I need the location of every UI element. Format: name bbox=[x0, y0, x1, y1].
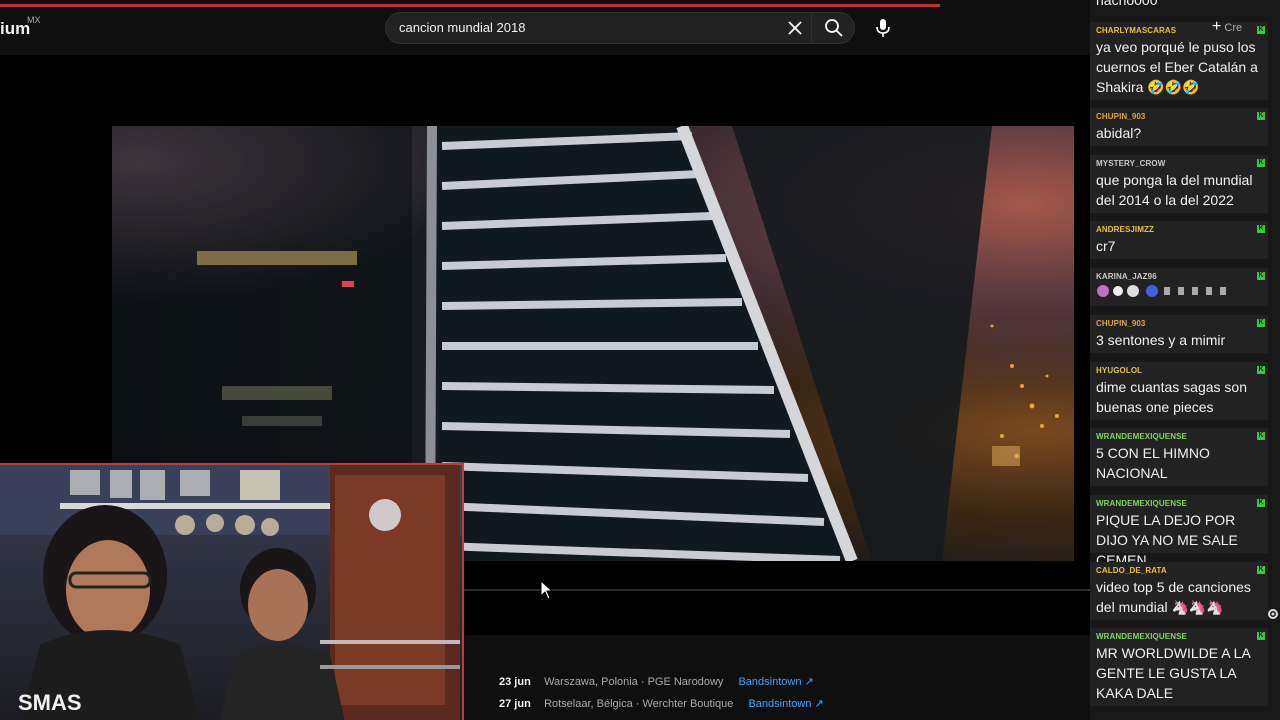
chat-username[interactable]: CHUPIN_903 bbox=[1096, 315, 1262, 330]
chat-message[interactable]: KARINA_JAZ96 K bbox=[1090, 268, 1268, 306]
svg-text:SMAS: SMAS bbox=[18, 690, 82, 715]
create-label: Cre bbox=[1224, 22, 1243, 34]
chat-username[interactable]: WRANDEMEXIQUENSE bbox=[1096, 495, 1262, 510]
chat-username[interactable]: KARINA_JAZ96 bbox=[1096, 268, 1262, 283]
gear-icon[interactable] bbox=[1266, 607, 1280, 621]
chat-badge: K bbox=[1257, 159, 1265, 167]
tour-date: 27 jun bbox=[499, 698, 531, 710]
logo-region: MX bbox=[27, 15, 41, 25]
chat-text: ya veo porqué le puso los cuernos el Ebe… bbox=[1096, 39, 1258, 95]
live-chat: nacho000 CHARLYMASCARAS ya veo porqué le… bbox=[1090, 0, 1280, 720]
chat-badge: K bbox=[1257, 112, 1265, 120]
chat-username[interactable]: WRANDEMEXIQUENSE bbox=[1096, 428, 1262, 443]
chat-message[interactable]: WRANDEMEXIQUENSE 5 CON EL HIMNO NACIONAL… bbox=[1090, 428, 1268, 486]
search-box[interactable]: cancion mundial 2018 bbox=[385, 12, 855, 44]
chat-text: que ponga la del mundial del 2014 o la d… bbox=[1096, 172, 1253, 208]
chat-badge: K bbox=[1257, 632, 1265, 640]
chat-badge: K bbox=[1257, 319, 1265, 327]
chat-message[interactable]: CHUPIN_903 3 sentones y a mimir K bbox=[1090, 315, 1268, 353]
chat-badge: K bbox=[1257, 566, 1265, 574]
top-bar: ium MX cancion mundial 2018 bbox=[0, 0, 1090, 55]
tour-row: 27 jun Rotselaar, Bélgica · Werchter Bou… bbox=[499, 697, 824, 710]
webcam-overlay: SMAS bbox=[0, 463, 464, 720]
chat-text: video top 5 de canciones del mundial 🦄🦄🦄 bbox=[1096, 579, 1251, 615]
chat-username[interactable]: CALDO_DE_RATA bbox=[1096, 562, 1262, 577]
chat-badge: K bbox=[1257, 432, 1265, 440]
chat-message[interactable]: CALDO_DE_RATA video top 5 de canciones d… bbox=[1090, 562, 1268, 620]
tour-row: 23 jun Warszawa, Polonia · PGE Narodowy … bbox=[499, 675, 814, 688]
chat-username[interactable]: HYUGOLOL bbox=[1096, 362, 1262, 377]
plus-icon: + bbox=[1212, 18, 1222, 35]
chat-username[interactable]: MYSTERY_CROW bbox=[1096, 155, 1262, 170]
external-link-icon[interactable]: ↗ bbox=[804, 676, 813, 688]
chat-badge: K bbox=[1257, 26, 1265, 34]
chat-badge: K bbox=[1257, 499, 1265, 507]
chat-emotes bbox=[1096, 283, 1262, 304]
chat-text: cr7 bbox=[1096, 238, 1116, 254]
webcam-scene: SMAS bbox=[0, 465, 462, 720]
tour-date: 23 jun bbox=[499, 676, 531, 688]
chat-text: MR WORLDWILDE A LA GENTE LE GUSTA LA KAK… bbox=[1096, 645, 1251, 701]
chat-username[interactable]: CHUPIN_903 bbox=[1096, 108, 1262, 123]
mic-icon[interactable] bbox=[866, 12, 900, 44]
chat-message[interactable]: MYSTERY_CROW que ponga la del mundial de… bbox=[1090, 155, 1268, 213]
chat-badge: K bbox=[1257, 366, 1265, 374]
chat-badge: K bbox=[1257, 225, 1265, 233]
emote-icons bbox=[1097, 285, 1226, 297]
tour-venue: Rotselaar, Bélgica · Werchter Boutique bbox=[544, 698, 734, 710]
chat-username[interactable]: WRANDEMEXIQUENSE bbox=[1096, 628, 1262, 643]
search-icon[interactable] bbox=[811, 12, 856, 44]
mouse-cursor-icon bbox=[540, 580, 554, 600]
chat-message[interactable]: WRANDEMEXIQUENSE MR WORLDWILDE A LA GENT… bbox=[1090, 628, 1268, 706]
page-progress-bar bbox=[0, 4, 940, 7]
chat-text: dime cuantas sagas son buenas one pieces bbox=[1096, 379, 1247, 415]
tour-link[interactable]: Bandsintown bbox=[738, 676, 801, 688]
chat-message[interactable]: CHUPIN_903 abidal? K bbox=[1090, 108, 1268, 146]
chat-partial-text: nacho000 bbox=[1096, 0, 1158, 8]
close-icon[interactable] bbox=[783, 15, 807, 41]
chat-badge: K bbox=[1257, 272, 1265, 280]
logo[interactable]: ium bbox=[0, 19, 30, 39]
chat-username[interactable]: ANDRESJIMZZ bbox=[1096, 221, 1262, 236]
tour-link[interactable]: Bandsintown bbox=[748, 698, 811, 710]
chat-message[interactable]: WRANDEMEXIQUENSE PIQUE LA DEJO POR DIJO … bbox=[1090, 495, 1268, 568]
external-link-icon[interactable]: ↗ bbox=[814, 698, 823, 710]
create-button[interactable]: + Cre bbox=[1212, 18, 1242, 36]
search-input[interactable]: cancion mundial 2018 bbox=[399, 20, 525, 35]
chat-message[interactable]: ANDRESJIMZZ cr7 K bbox=[1090, 221, 1268, 259]
tour-venue: Warszawa, Polonia · PGE Narodowy bbox=[544, 676, 724, 688]
chat-text: 3 sentones y a mimir bbox=[1096, 332, 1226, 348]
chat-text: abidal? bbox=[1096, 125, 1142, 141]
chat-message[interactable]: HYUGOLOL dime cuantas sagas son buenas o… bbox=[1090, 362, 1268, 420]
chat-text: PIQUE LA DEJO POR DIJO YA NO ME SALE CEM… bbox=[1096, 512, 1238, 568]
chat-text: 5 CON EL HIMNO NACIONAL bbox=[1096, 445, 1210, 481]
